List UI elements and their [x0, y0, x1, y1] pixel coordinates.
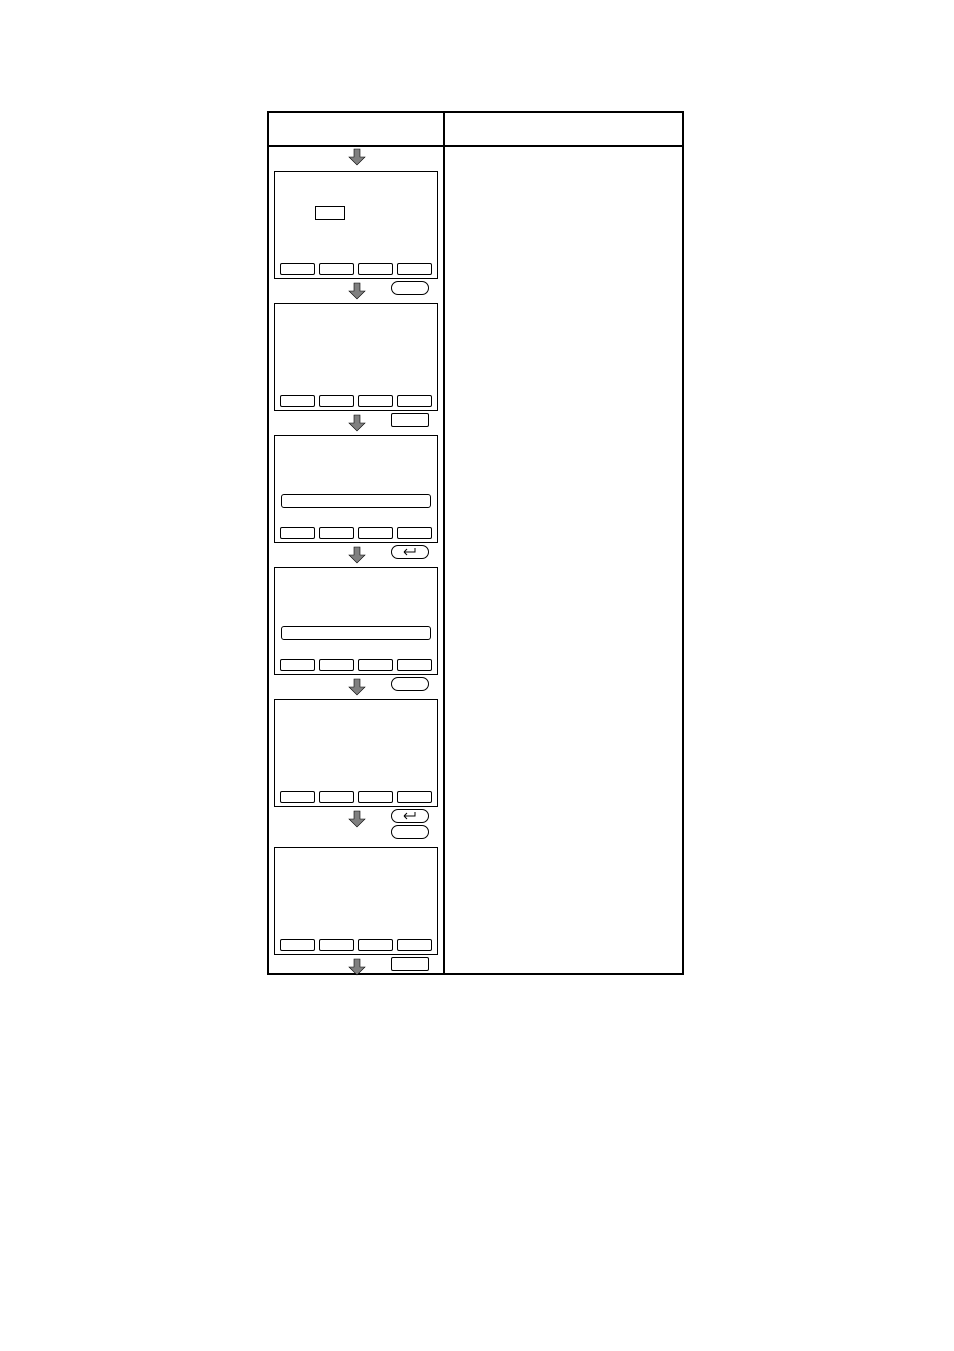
softkey-button[interactable] [397, 263, 432, 275]
softkey-button[interactable] [319, 939, 354, 951]
softkey-button[interactable] [358, 527, 393, 539]
softkey-button[interactable] [319, 791, 354, 803]
action-button[interactable] [391, 281, 429, 295]
procedure-table [267, 111, 684, 975]
action-button[interactable] [391, 413, 429, 427]
enter-button[interactable] [391, 809, 429, 823]
arrow-down-icon [347, 147, 367, 167]
softkey-button[interactable] [358, 395, 393, 407]
table-body-row [268, 146, 683, 974]
input-field[interactable] [281, 626, 431, 640]
softkey-button[interactable] [280, 395, 315, 407]
softkey-button[interactable] [319, 395, 354, 407]
action-button[interactable] [391, 677, 429, 691]
arrow-down-icon [347, 281, 367, 301]
action-button[interactable] [391, 825, 429, 839]
table-header-row [268, 112, 683, 146]
softkey-row [278, 939, 434, 951]
softkey-button[interactable] [358, 939, 393, 951]
softkey-button[interactable] [397, 791, 432, 803]
display-screen-step-2 [274, 303, 438, 411]
arrow-down-icon [347, 545, 367, 565]
softkey-row [278, 263, 434, 275]
display-screen-step-5 [274, 699, 438, 807]
softkey-button[interactable] [280, 939, 315, 951]
enter-button[interactable] [391, 545, 429, 559]
arrow-down-icon [347, 957, 367, 977]
softkey-row [278, 791, 434, 803]
softkey-button[interactable] [397, 939, 432, 951]
softkey-button[interactable] [358, 659, 393, 671]
softkey-row [278, 659, 434, 671]
softkey-row [278, 527, 434, 539]
page [0, 0, 954, 1351]
softkey-button[interactable] [280, 791, 315, 803]
indicator-icon [315, 206, 345, 220]
softkey-button[interactable] [280, 527, 315, 539]
input-field[interactable] [281, 494, 431, 508]
softkey-button[interactable] [280, 263, 315, 275]
softkey-button[interactable] [358, 791, 393, 803]
softkey-button[interactable] [319, 527, 354, 539]
enter-icon [401, 810, 419, 818]
header-description [444, 112, 683, 146]
cell-description [444, 146, 683, 974]
header-description-label [445, 113, 682, 129]
header-operation-label [269, 113, 443, 129]
header-operation [268, 112, 444, 146]
steps-column [269, 147, 443, 973]
softkey-button[interactable] [397, 395, 432, 407]
softkey-button[interactable] [319, 659, 354, 671]
softkey-row [278, 395, 434, 407]
enter-icon [401, 546, 419, 554]
arrow-down-icon [347, 677, 367, 697]
display-screen-step-1 [274, 171, 438, 279]
display-screen-step-3 [274, 435, 438, 543]
softkey-button[interactable] [358, 263, 393, 275]
arrow-down-icon [347, 413, 367, 433]
softkey-button[interactable] [319, 263, 354, 275]
arrow-down-icon [347, 809, 367, 829]
softkey-button[interactable] [280, 659, 315, 671]
softkey-button[interactable] [397, 659, 432, 671]
cell-steps [268, 146, 444, 974]
display-screen-step-6 [274, 847, 438, 955]
softkey-button[interactable] [397, 527, 432, 539]
display-screen-step-4 [274, 567, 438, 675]
action-button[interactable] [391, 957, 429, 971]
